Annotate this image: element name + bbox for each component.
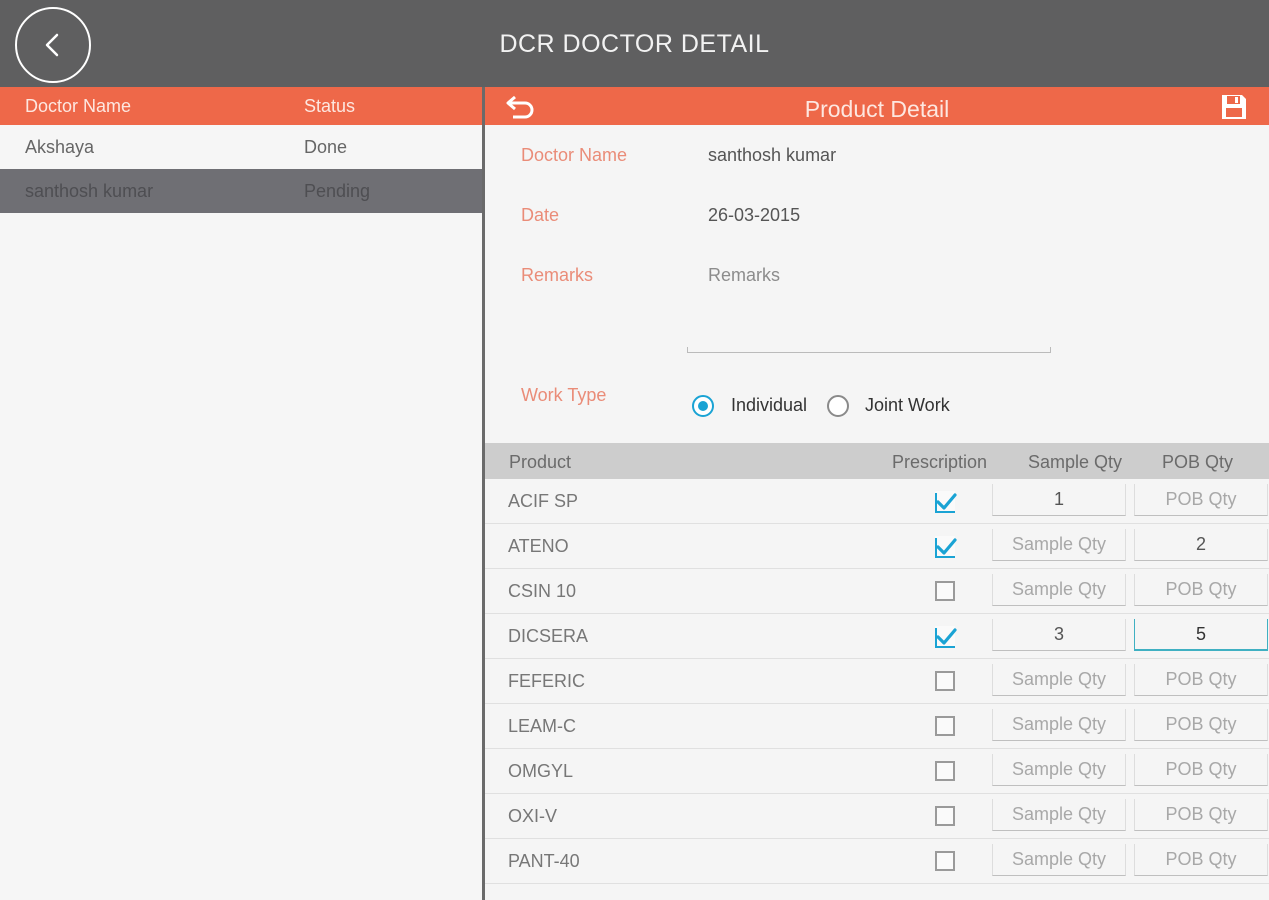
sample-qty-input[interactable]: 3	[992, 619, 1126, 651]
doctor-name-label: Doctor Name	[521, 145, 628, 165]
product-name: OMGYL	[508, 761, 574, 781]
individual-radio-label[interactable]: Individual	[731, 395, 807, 416]
product-name: ACIF SP	[508, 491, 579, 511]
product-row: FEFERIC Sample Qty POB Qty	[485, 659, 1269, 704]
prescription-checkbox[interactable]	[935, 626, 957, 648]
remarks-input[interactable]: Remarks	[708, 265, 780, 286]
date-value[interactable]: 26-03-2015	[708, 205, 800, 226]
save-icon[interactable]	[1220, 93, 1248, 121]
pob-qty-input[interactable]: POB Qty	[1134, 574, 1268, 606]
product-row: ATENO Sample Qty 2	[485, 524, 1269, 569]
product-name: DICSERA	[508, 626, 589, 646]
pob-qty-input[interactable]: POB Qty	[1134, 709, 1268, 741]
work-type-label: Work Type	[521, 385, 607, 405]
doctor-name-column-header: Doctor Name	[25, 96, 132, 116]
prescription-checkbox[interactable]	[935, 581, 955, 601]
top-app-bar: DCR DOCTOR DETAIL	[0, 0, 1269, 87]
doctor-row-santhosh-kumar[interactable]: santhosh kumar Pending	[0, 169, 482, 213]
product-name: OXI-V	[508, 806, 558, 826]
prescription-checkbox[interactable]	[935, 851, 955, 871]
prescription-checkbox[interactable]	[935, 536, 957, 558]
date-label: Date	[521, 205, 560, 225]
sample-qty-input[interactable]: Sample Qty	[992, 754, 1126, 786]
doctor-name: Akshaya	[25, 137, 95, 157]
pob-qty-input[interactable]: 2	[1134, 529, 1268, 561]
prescription-checkbox[interactable]	[935, 671, 955, 691]
pob-qty-input[interactable]: POB Qty	[1134, 799, 1268, 831]
status-column-header: Status	[304, 96, 356, 116]
product-column-header: Product	[509, 452, 572, 472]
doctor-name-value: santhosh kumar	[708, 145, 837, 165]
doctor-list-header: Doctor Name Status	[0, 87, 482, 125]
product-row: DICSERA 3 5	[485, 614, 1269, 659]
product-row: OMGYL Sample Qty POB Qty	[485, 749, 1269, 794]
product-name: PANT-40	[508, 851, 580, 871]
sample-qty-input[interactable]: Sample Qty	[992, 709, 1126, 741]
doctor-status: Pending	[304, 181, 371, 201]
pob-qty-input[interactable]: 5	[1134, 619, 1268, 651]
sample-qty-input[interactable]: Sample Qty	[992, 529, 1126, 561]
sample-qty-input[interactable]: 1	[992, 484, 1126, 516]
prescription-checkbox[interactable]	[935, 491, 957, 513]
product-row: LEAM-C Sample Qty POB Qty	[485, 704, 1269, 749]
sample-qty-input[interactable]: Sample Qty	[992, 664, 1126, 696]
product-detail-panel: Product Detail Doctor Name santhosh kuma…	[485, 87, 1269, 900]
doctor-name: santhosh kumar	[25, 181, 154, 201]
sample-qty-input[interactable]: Sample Qty	[992, 574, 1126, 606]
product-table-header: Product Prescription Sample Qty POB Qty	[485, 443, 1269, 479]
prescription-column-header: Prescription	[892, 452, 988, 472]
product-name: CSIN 10	[508, 581, 577, 601]
product-name: LEAM-C	[508, 716, 577, 736]
pob-qty-column-header: POB Qty	[1162, 452, 1234, 472]
doctor-status: Done	[304, 137, 348, 157]
remarks-underline	[687, 347, 1051, 353]
individual-radio[interactable]	[692, 395, 714, 417]
joint-work-radio[interactable]	[827, 395, 849, 417]
page-title: DCR DOCTOR DETAIL	[499, 30, 770, 58]
sample-qty-input[interactable]: Sample Qty	[992, 844, 1126, 876]
sample-qty-column-header: Sample Qty	[1028, 452, 1123, 472]
product-row: ACIF SP 1 POB Qty	[485, 479, 1269, 524]
product-detail-header: Product Detail	[485, 87, 1269, 125]
product-row: PANT-40 Sample Qty POB Qty	[485, 839, 1269, 884]
product-row: OXI-V Sample Qty POB Qty	[485, 794, 1269, 839]
pob-qty-input[interactable]: POB Qty	[1134, 664, 1268, 696]
joint-work-radio-label[interactable]: Joint Work	[865, 395, 950, 416]
prescription-checkbox[interactable]	[935, 761, 955, 781]
sample-qty-input[interactable]: Sample Qty	[992, 799, 1126, 831]
product-name: ATENO	[508, 536, 569, 556]
doctor-row-akshaya[interactable]: Akshaya Done	[0, 125, 482, 169]
doctor-list-panel: Doctor Name Status Akshaya Done santhosh…	[0, 87, 482, 900]
pob-qty-input[interactable]: POB Qty	[1134, 754, 1268, 786]
pob-qty-input[interactable]: POB Qty	[1134, 484, 1268, 516]
product-row: CSIN 10 Sample Qty POB Qty	[485, 569, 1269, 614]
remarks-label: Remarks	[521, 265, 594, 285]
prescription-checkbox[interactable]	[935, 716, 955, 736]
prescription-checkbox[interactable]	[935, 806, 955, 826]
pob-qty-input[interactable]: POB Qty	[1134, 844, 1268, 876]
product-name: FEFERIC	[508, 671, 586, 691]
product-detail-title: Product Detail	[804, 96, 950, 122]
